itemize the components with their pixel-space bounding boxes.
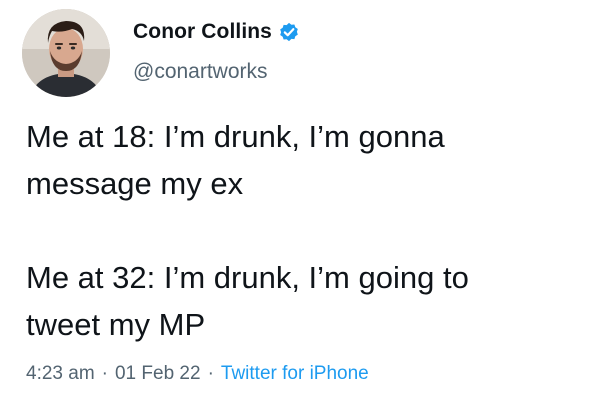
profile-photo-icon bbox=[22, 9, 110, 97]
verified-badge-icon bbox=[278, 21, 300, 43]
tweet-time[interactable]: 4:23 am bbox=[26, 363, 95, 384]
tweet-text: Me at 18: I’m drunk, I’m gonna message m… bbox=[26, 113, 586, 348]
tweet-paragraph-1: Me at 18: I’m drunk, I’m gonna message m… bbox=[26, 119, 445, 201]
author-name-row: Conor Collins bbox=[133, 17, 300, 47]
author-handle[interactable]: @conartworks bbox=[133, 60, 268, 84]
tweet-card: Conor Collins @conartworks Me at 18: I’m… bbox=[0, 0, 600, 404]
tweet-date[interactable]: 01 Feb 22 bbox=[115, 363, 201, 384]
tweet-paragraph-2: Me at 32: I’m drunk, I’m going to tweet … bbox=[26, 260, 469, 342]
author-display-name[interactable]: Conor Collins bbox=[133, 20, 272, 44]
tweet-meta: 4:23 am · 01 Feb 22 · Twitter for iPhone bbox=[26, 363, 369, 385]
author-avatar[interactable] bbox=[22, 9, 110, 97]
tweet-source-link[interactable]: Twitter for iPhone bbox=[221, 363, 369, 384]
meta-separator: · bbox=[207, 363, 214, 384]
meta-separator: · bbox=[101, 363, 108, 384]
